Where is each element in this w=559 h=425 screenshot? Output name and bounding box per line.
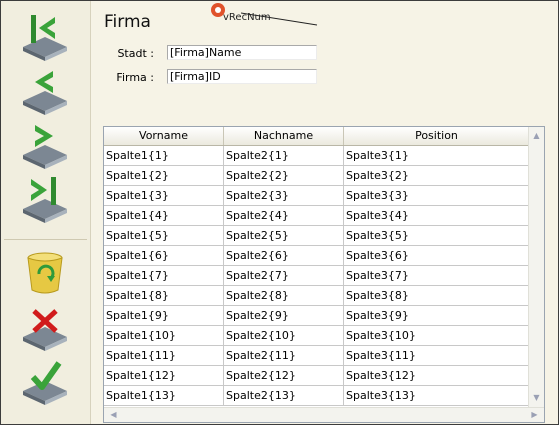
accept-button[interactable]: [17, 357, 73, 409]
table-cell[interactable]: Spalte3{4}: [344, 206, 529, 225]
table-cell[interactable]: Spalte1{5}: [104, 226, 224, 245]
first-record-button[interactable]: [17, 11, 73, 63]
city-label: Stadt :: [117, 47, 154, 60]
scroll-down-icon[interactable]: ▼: [529, 391, 544, 405]
table-cell[interactable]: Spalte3{6}: [344, 246, 529, 265]
table-cell[interactable]: Spalte1{9}: [104, 306, 224, 325]
company-label: Firma :: [116, 71, 154, 84]
table-row[interactable]: Spalte1{1} Spalte2{1} Spalte3{1}: [104, 146, 529, 166]
horizontal-scrollbar[interactable]: ◀ ▶: [104, 407, 544, 422]
table-cell[interactable]: Spalte2{2}: [224, 166, 344, 185]
table-row[interactable]: Spalte1{8} Spalte2{8} Spalte3{8}: [104, 286, 529, 306]
table-cell[interactable]: Spalte1{4}: [104, 206, 224, 225]
table-cell[interactable]: Spalte1{7}: [104, 266, 224, 285]
table-cell[interactable]: Spalte1{8}: [104, 286, 224, 305]
next-record-icon: [23, 125, 67, 169]
form-content: Firma vRecNum Stadt : [Firma]Name Firma …: [91, 1, 558, 424]
table-cell[interactable]: Spalte2{9}: [224, 306, 344, 325]
accept-icon: [23, 361, 67, 405]
table-cell[interactable]: Spalte3{13}: [344, 386, 529, 405]
column-header-position[interactable]: Position: [344, 127, 529, 145]
next-record-button[interactable]: [17, 119, 73, 171]
employee-table[interactable]: Vorname Nachname Position Spalte1{1} Spal…: [103, 126, 545, 423]
table-cell[interactable]: Spalte3{8}: [344, 286, 529, 305]
vertical-scrollbar[interactable]: ▲ ▼: [528, 127, 544, 407]
table-cell[interactable]: Spalte1{6}: [104, 246, 224, 265]
table-body: Spalte1{1} Spalte2{1} Spalte3{1} Spalte1{2}…: [104, 146, 529, 408]
table-row[interactable]: Spalte1{5} Spalte2{5} Spalte3{5}: [104, 226, 529, 246]
table-row[interactable]: Spalte1{11} Spalte2{11} Spalte3{11}: [104, 346, 529, 366]
table-row[interactable]: Spalte1{4} Spalte2{4} Spalte3{4}: [104, 206, 529, 226]
column-header-nachname[interactable]: Nachname: [224, 127, 344, 145]
table-row[interactable]: Spalte1{9} Spalte2{9} Spalte3{9}: [104, 306, 529, 326]
city-field[interactable]: [Firma]Name: [167, 45, 317, 60]
table-cell[interactable]: Spalte1{2}: [104, 166, 224, 185]
table-row[interactable]: Spalte1{10} Spalte2{10} Spalte3{10}: [104, 326, 529, 346]
table-cell[interactable]: Spalte3{9}: [344, 306, 529, 325]
table-cell[interactable]: Spalte1{13}: [104, 386, 224, 405]
previous-record-button[interactable]: [17, 65, 73, 117]
table-cell[interactable]: Spalte2{6}: [224, 246, 344, 265]
previous-record-icon: [23, 71, 67, 115]
table-cell[interactable]: Spalte2{10}: [224, 326, 344, 345]
table-cell[interactable]: Spalte2{13}: [224, 386, 344, 405]
table-cell[interactable]: Spalte3{7}: [344, 266, 529, 285]
marker-line: [241, 12, 318, 26]
form-window: Firma vRecNum Stadt : [Firma]Name Firma …: [0, 0, 559, 425]
table-cell[interactable]: Spalte2{4}: [224, 206, 344, 225]
page-title: Firma: [104, 12, 151, 32]
table-row[interactable]: Spalte1{2} Spalte2{2} Spalte3{2}: [104, 166, 529, 186]
column-header-vorname[interactable]: Vorname: [104, 127, 224, 145]
table-row[interactable]: Spalte1{12} Spalte2{12} Spalte3{12}: [104, 366, 529, 386]
table-cell[interactable]: Spalte2{3}: [224, 186, 344, 205]
last-record-button[interactable]: [17, 173, 73, 225]
table-row[interactable]: Spalte1{6} Spalte2{6} Spalte3{6}: [104, 246, 529, 266]
scroll-up-icon[interactable]: ▲: [529, 129, 544, 143]
company-field[interactable]: [Firma]ID: [167, 69, 317, 84]
table-cell[interactable]: Spalte1{11}: [104, 346, 224, 365]
cancel-icon: [23, 309, 67, 351]
table-cell[interactable]: Spalte3{11}: [344, 346, 529, 365]
table-cell[interactable]: Spalte2{11}: [224, 346, 344, 365]
scroll-right-icon[interactable]: ▶: [527, 408, 542, 422]
table-header: Vorname Nachname Position: [104, 127, 529, 146]
table-cell[interactable]: Spalte2{8}: [224, 286, 344, 305]
table-cell[interactable]: Spalte3{10}: [344, 326, 529, 345]
table-cell[interactable]: Spalte2{7}: [224, 266, 344, 285]
table-cell[interactable]: Spalte1{1}: [104, 146, 224, 165]
table-row[interactable]: Spalte1{7} Spalte2{7} Spalte3{7}: [104, 266, 529, 286]
navigation-sidebar: [1, 1, 91, 424]
table-cell[interactable]: Spalte3{3}: [344, 186, 529, 205]
delete-record-button[interactable]: [17, 246, 73, 298]
table-cell[interactable]: Spalte2{12}: [224, 366, 344, 385]
table-cell[interactable]: Spalte3{1}: [344, 146, 529, 165]
sidebar-divider: [4, 239, 87, 240]
table-cell[interactable]: Spalte3{5}: [344, 226, 529, 245]
table-cell[interactable]: Spalte2{5}: [224, 226, 344, 245]
table-cell[interactable]: Spalte1{10}: [104, 326, 224, 345]
table-cell[interactable]: Spalte3{2}: [344, 166, 529, 185]
table-cell[interactable]: Spalte2{1}: [224, 146, 344, 165]
table-row[interactable]: Spalte1{13} Spalte2{13} Spalte3{13}: [104, 386, 529, 406]
table-cell[interactable]: Spalte1{12}: [104, 366, 224, 385]
table-cell[interactable]: Spalte3{12}: [344, 366, 529, 385]
last-record-icon: [23, 177, 67, 223]
cancel-button[interactable]: [17, 303, 73, 355]
recycle-bin-icon: [27, 252, 63, 294]
first-record-icon: [23, 15, 67, 61]
table-cell[interactable]: Spalte1{3}: [104, 186, 224, 205]
table-row[interactable]: Spalte1{3} Spalte2{3} Spalte3{3}: [104, 186, 529, 206]
scroll-left-icon[interactable]: ◀: [106, 408, 121, 422]
